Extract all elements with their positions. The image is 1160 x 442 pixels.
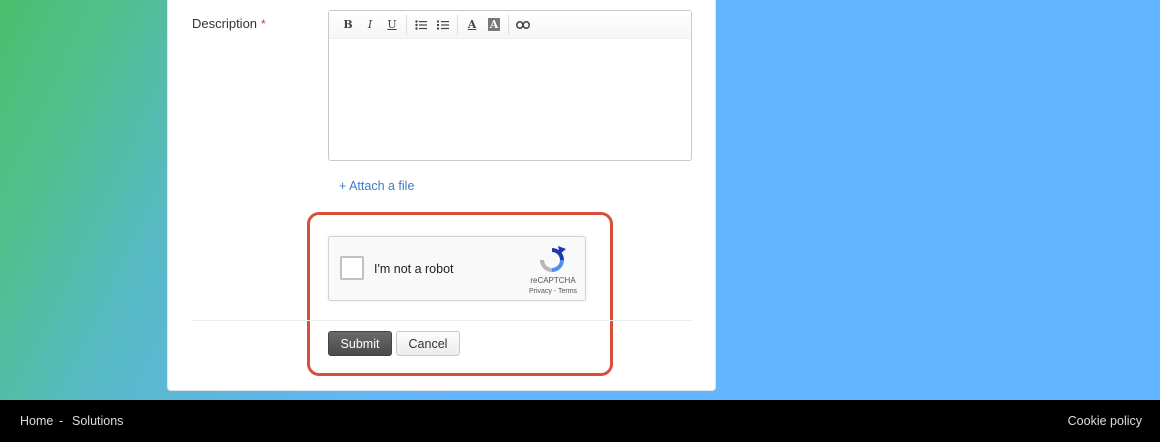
attach-file-link[interactable]: + Attach a file: [339, 179, 414, 193]
description-editor[interactable]: B I U A A: [328, 10, 692, 161]
underline-button[interactable]: U: [381, 15, 403, 35]
bold-button[interactable]: B: [337, 15, 359, 35]
cancel-button[interactable]: Cancel: [396, 331, 460, 356]
recaptcha-privacy-terms[interactable]: Privacy - Terms: [519, 288, 587, 295]
footer-cookie-policy-link[interactable]: Cookie policy: [1068, 414, 1142, 428]
recaptcha-logo-icon: [540, 246, 566, 272]
footer-separator: -: [59, 414, 64, 428]
editor-toolbar: B I U A A: [329, 11, 691, 39]
toolbar-separator: [508, 14, 509, 35]
font-color-button[interactable]: A: [461, 15, 483, 35]
bullet-list-button[interactable]: [410, 15, 432, 35]
description-label-text: Description: [192, 16, 258, 31]
recaptcha-checkbox[interactable]: [340, 256, 364, 280]
link-button[interactable]: [512, 15, 534, 35]
numbered-list-button[interactable]: [432, 15, 454, 35]
page-footer: Home - Solutions Cookie policy: [0, 400, 1160, 442]
numbered-list-icon: [437, 20, 449, 29]
form-divider: [192, 320, 692, 321]
background-color-button[interactable]: A: [483, 15, 505, 35]
description-label: Description *: [192, 16, 266, 31]
form-card: Description * B I U A A + Attach a file …: [167, 0, 716, 391]
footer-solutions-link[interactable]: Solutions: [72, 414, 123, 428]
link-icon: [516, 20, 530, 29]
footer-home-link[interactable]: Home: [20, 414, 53, 428]
toolbar-separator: [457, 14, 458, 35]
bullet-list-icon: [415, 19, 427, 30]
recaptcha-brand: reCAPTCHA: [530, 276, 576, 285]
recaptcha-label: I'm not a robot: [374, 262, 454, 276]
recaptcha-widget: I'm not a robot reCAPTCHA Privacy - Term…: [328, 236, 586, 301]
required-marker: *: [261, 17, 266, 31]
submit-button[interactable]: Submit: [328, 331, 392, 356]
italic-button[interactable]: I: [359, 15, 381, 35]
toolbar-separator: [406, 14, 407, 35]
